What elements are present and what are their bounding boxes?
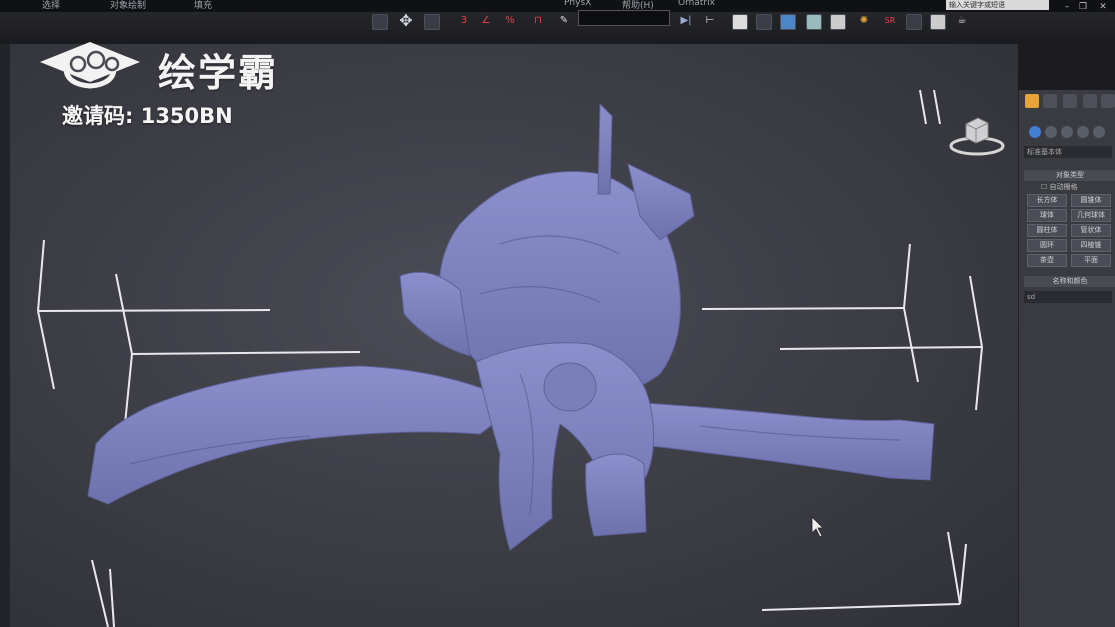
- plane-button[interactable]: 平面: [1071, 254, 1111, 267]
- mirror-icon[interactable]: ▶|: [678, 14, 694, 30]
- autogrid-label: 自动栅格: [1049, 183, 1078, 191]
- modify-tab-icon[interactable]: [1043, 94, 1057, 108]
- brand-name: 绘学霸: [158, 51, 279, 95]
- spinner-snap-icon[interactable]: ⊓: [530, 14, 546, 30]
- close-icon[interactable]: ✕: [1096, 2, 1110, 12]
- render-icon[interactable]: [906, 14, 922, 30]
- select-icon[interactable]: [372, 14, 388, 30]
- torus-button[interactable]: 圆环: [1027, 239, 1067, 252]
- geosphere-button[interactable]: 几何球体: [1071, 209, 1111, 222]
- display-tab-icon[interactable]: [1101, 94, 1115, 108]
- object-type-header[interactable]: 对象类型: [1024, 170, 1115, 181]
- motion-tab-icon[interactable]: [1083, 94, 1097, 108]
- cone-button[interactable]: 圆锥体: [1071, 194, 1111, 207]
- render-setup-icon[interactable]: ✺: [856, 14, 872, 30]
- minimize-icon[interactable]: –: [1060, 2, 1074, 12]
- angle-snap-icon[interactable]: ∠: [478, 14, 494, 30]
- menu-item-object-paint[interactable]: 对象绘制: [110, 0, 146, 11]
- sphere-button[interactable]: 球体: [1027, 209, 1067, 222]
- viewcube-icon[interactable]: [946, 112, 1008, 162]
- move-icon[interactable]: ✥: [398, 13, 414, 30]
- menu-item-physx[interactable]: PhysX: [564, 0, 591, 8]
- logo-icon: [40, 42, 140, 89]
- cylinder-button[interactable]: 圆柱体: [1027, 224, 1067, 237]
- render-window-icon[interactable]: [930, 14, 946, 30]
- snap-icon[interactable]: 3: [456, 14, 472, 30]
- restore-icon[interactable]: ❐: [1076, 2, 1090, 12]
- invite-code: 邀请码: 1350BN: [62, 104, 233, 128]
- teapot-icon[interactable]: ☕: [954, 14, 970, 30]
- mouse-cursor-icon: [811, 516, 824, 538]
- edit-named-selection-icon[interactable]: ✎: [556, 14, 572, 30]
- cameras-icon[interactable]: [1077, 126, 1089, 138]
- pyramid-button[interactable]: 四棱锥: [1071, 239, 1111, 252]
- name-color-header[interactable]: 名称和颜色: [1024, 276, 1115, 287]
- shapes-icon[interactable]: [1045, 126, 1057, 138]
- hierarchy-tab-icon[interactable]: [1063, 94, 1077, 108]
- geometry-icon[interactable]: [1029, 126, 1041, 138]
- curve-editor-icon[interactable]: [780, 14, 796, 30]
- autogrid-checkbox[interactable]: ☐ 自动栅格: [1041, 182, 1078, 192]
- box-button[interactable]: 长方体: [1027, 194, 1067, 207]
- align-icon[interactable]: ⊢: [702, 14, 718, 30]
- lights-icon[interactable]: [1061, 126, 1073, 138]
- render-frame-icon[interactable]: SR: [882, 14, 898, 30]
- teapot-button[interactable]: 茶壶: [1027, 254, 1067, 267]
- tube-button[interactable]: 管状体: [1071, 224, 1111, 237]
- material-editor-icon[interactable]: [830, 14, 846, 30]
- menu-item-select[interactable]: 选择: [42, 0, 60, 11]
- helpers-icon[interactable]: [1093, 126, 1105, 138]
- select-region-icon[interactable]: [424, 14, 440, 30]
- watermark: 绘学霸: [36, 38, 306, 95]
- menu-item-ornatrix[interactable]: Ornatrix: [678, 0, 715, 8]
- menu-item-populate[interactable]: 填充: [194, 0, 212, 11]
- primitive-type-dropdown[interactable]: 标准基本体: [1024, 146, 1112, 158]
- named-selection-field[interactable]: [578, 10, 670, 26]
- schematic-view-icon[interactable]: [806, 14, 822, 30]
- search-input[interactable]: 输入关键字或短语: [946, 0, 1049, 10]
- percent-snap-icon[interactable]: %: [502, 14, 518, 30]
- viewport-scene: [37, 89, 983, 627]
- perspective-viewport[interactable]: [0, 44, 1018, 627]
- scene-explorer-icon[interactable]: [756, 14, 772, 30]
- sun-icon[interactable]: [1025, 94, 1039, 108]
- sweater-mesh[interactable]: [87, 102, 935, 551]
- object-name-field[interactable]: sd: [1024, 291, 1112, 303]
- layer-icon[interactable]: [732, 14, 748, 30]
- command-panel: 标准基本体 对象类型 ☐ 自动栅格 长方体 圆锥体 球体 几何球体 圆柱体 管状…: [1018, 90, 1115, 627]
- viewport-edge: [0, 44, 10, 627]
